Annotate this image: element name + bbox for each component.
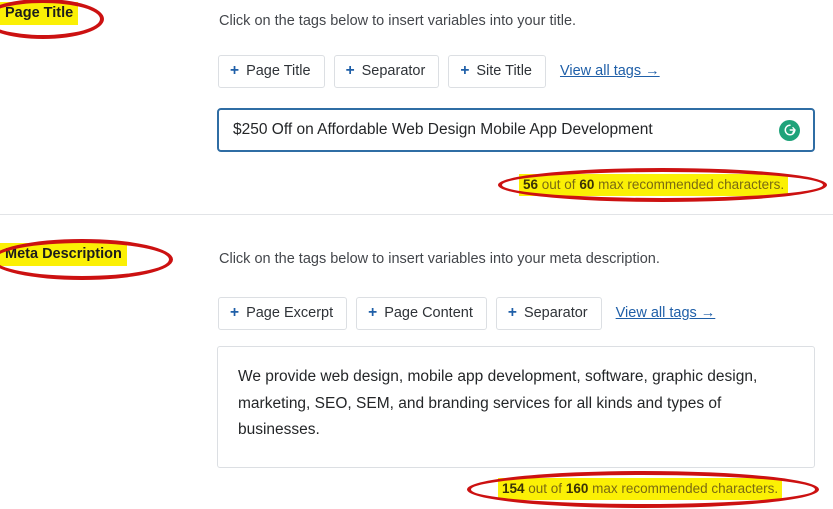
plus-icon: +: [230, 62, 240, 79]
counter-max: 160: [565, 481, 589, 496]
tag-label: Page Excerpt: [246, 304, 334, 321]
page-title-label-group: Page Title: [0, 0, 210, 39]
tag-label: Site Title: [476, 62, 532, 79]
plus-icon: +: [460, 62, 470, 79]
counter-count: 56: [523, 177, 539, 192]
counter-suffix: max recommended characters.: [594, 177, 785, 192]
meta-description-textarea[interactable]: We provide web design, mobile app develo…: [217, 346, 815, 468]
tag-label: Separator: [361, 62, 426, 79]
meta-description-section: Meta Description Click on the tags below…: [0, 215, 833, 509]
plus-icon: +: [230, 304, 240, 321]
meta-description-label-group: Meta Description: [0, 239, 210, 280]
page-title-input-value[interactable]: $250 Off on Affordable Web Design Mobile…: [219, 122, 779, 138]
counter-count: 154: [502, 481, 525, 496]
view-all-tags-link-meta-description[interactable]: View all tags →: [616, 305, 716, 321]
plus-icon: +: [507, 304, 517, 321]
plus-icon: +: [368, 304, 378, 321]
page-title-tag-row: + Page Title + Separator + Site Title Vi…: [218, 55, 660, 88]
counter-max: 60: [579, 177, 595, 192]
counter-between: out of: [538, 177, 580, 192]
counter-between: out of: [524, 481, 566, 496]
meta-description-tag-row: + Page Excerpt + Page Content + Separato…: [218, 297, 715, 330]
insert-tag-page-excerpt-button[interactable]: + Page Excerpt: [218, 297, 348, 330]
meta-description-helper-text: Click on the tags below to insert variab…: [219, 251, 660, 267]
insert-tag-site-title-button[interactable]: + Site Title: [448, 55, 546, 88]
insert-tag-separator-button[interactable]: + Separator: [495, 297, 602, 330]
counter-suffix: max recommended characters.: [588, 481, 779, 496]
page-title-helper-text: Click on the tags below to insert variab…: [219, 13, 577, 29]
meta-description-character-counter: 154 out of 160 max recommended character…: [498, 478, 783, 500]
insert-tag-page-content-button[interactable]: + Page Content: [356, 297, 487, 330]
meta-description-label: Meta Description: [0, 243, 127, 267]
generate-refresh-icon[interactable]: [779, 119, 800, 141]
tag-label: Page Content: [384, 304, 473, 321]
page-title-input[interactable]: $250 Off on Affordable Web Design Mobile…: [217, 108, 815, 152]
meta-description-textarea-value[interactable]: We provide web design, mobile app develo…: [238, 364, 794, 444]
insert-tag-page-title-button[interactable]: + Page Title: [218, 55, 325, 88]
tag-label: Page Title: [246, 62, 311, 79]
page-title-section: Page Title Click on the tags below to in…: [0, 0, 833, 214]
view-all-tags-link-page-title[interactable]: View all tags →: [560, 63, 660, 79]
insert-tag-separator-button[interactable]: + Separator: [333, 55, 440, 88]
plus-icon: +: [345, 62, 355, 79]
page-title-label: Page Title: [0, 2, 79, 26]
tag-label: Separator: [523, 304, 588, 321]
page-title-character-counter: 56 out of 60 max recommended characters.: [519, 174, 789, 196]
